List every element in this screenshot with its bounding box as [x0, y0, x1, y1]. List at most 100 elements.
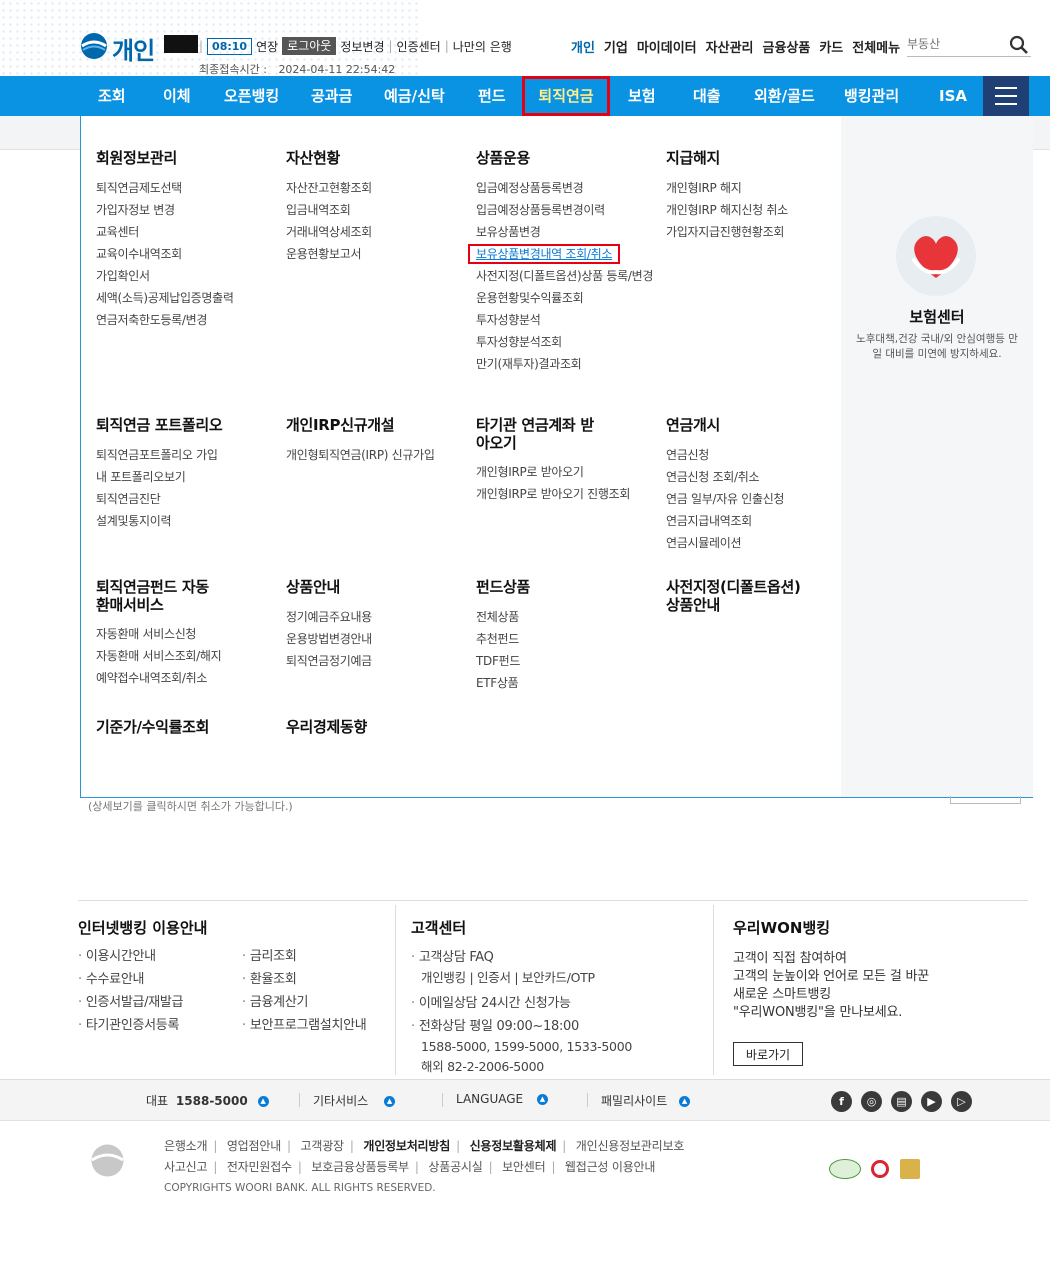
- footer-link[interactable]: 보호금융상품등록부: [311, 1160, 409, 1174]
- menu-link[interactable]: 개인형퇴직연금(IRP) 신규가입: [286, 444, 435, 466]
- woori-logo-icon[interactable]: [80, 32, 108, 60]
- menu-link[interactable]: 연금지급내역조회: [666, 510, 784, 532]
- menu-title-transfer-in[interactable]: 타기관 연금계좌 받아오기: [476, 416, 606, 452]
- menu-link[interactable]: 자산잔고현황조회: [286, 177, 372, 199]
- menu-link[interactable]: 교육센터: [96, 221, 234, 243]
- menu-link[interactable]: 운용현황보고서: [286, 243, 372, 265]
- footer-link[interactable]: 영업점안내: [227, 1139, 281, 1153]
- rep-number[interactable]: 대표 1588-5000 ▲: [146, 1092, 269, 1109]
- menu-title-assets[interactable]: 자산현황: [286, 149, 340, 167]
- menu-link-holdings-change-history[interactable]: 보유상품변경내역 조회/취소: [468, 243, 654, 265]
- gnb-openbanking[interactable]: 오픈뱅킹: [224, 76, 279, 116]
- top-menu-all[interactable]: 전체메뉴: [852, 37, 900, 56]
- menu-title-annuity[interactable]: 연금개시: [666, 416, 720, 434]
- footer-link[interactable]: 개인신용정보관리보호: [576, 1139, 685, 1153]
- menu-link[interactable]: 연금저축한도등록/변경: [96, 309, 234, 331]
- footer-link[interactable]: 신용정보활용체제: [470, 1139, 557, 1153]
- guide-link[interactable]: 금융계산기: [242, 991, 366, 1014]
- language-select[interactable]: LANGUAGE ▲: [456, 1092, 548, 1106]
- footer-link[interactable]: 개인정보처리방침: [363, 1139, 450, 1153]
- top-menu-personal[interactable]: 개인: [571, 37, 595, 56]
- menu-title-auto-redeem[interactable]: 퇴직연금펀드 자동환매서비스: [96, 578, 216, 614]
- info-change-link[interactable]: 정보변경: [340, 38, 384, 55]
- menu-link[interactable]: 개인형IRP로 받아오기 진행조회: [476, 483, 630, 505]
- top-menu-asset[interactable]: 자산관리: [706, 37, 754, 56]
- menu-link[interactable]: 가입확인서: [96, 265, 234, 287]
- menu-title-product-guide[interactable]: 상품안내: [286, 578, 340, 596]
- family-sites[interactable]: 패밀리사이트 ▲: [601, 1092, 691, 1109]
- faq-link[interactable]: 고객상담 FAQ: [411, 946, 494, 969]
- top-menu-mydata[interactable]: 마이데이터: [637, 37, 697, 56]
- menu-title-irp-new[interactable]: 개인IRP신규개설: [286, 416, 395, 434]
- menu-link[interactable]: 자동환매 서비스신청: [96, 623, 221, 645]
- gnb-inquiry[interactable]: 조회: [98, 76, 126, 116]
- menu-link[interactable]: 퇴직연금포트폴리오 가입: [96, 444, 218, 466]
- blog-icon[interactable]: ▤: [891, 1091, 912, 1112]
- menu-title-economy[interactable]: 우리경제동향: [286, 718, 367, 736]
- menu-link[interactable]: 전체상품: [476, 606, 520, 628]
- menu-link[interactable]: TDF펀드: [476, 650, 520, 672]
- menu-link[interactable]: 입금예정상품등록변경이력: [476, 199, 654, 221]
- extend-button[interactable]: 연장: [256, 38, 278, 55]
- menu-link[interactable]: 가입자지급진행현황조회: [666, 221, 788, 243]
- menu-link[interactable]: 연금신청: [666, 444, 784, 466]
- menu-link[interactable]: 거래내역상세조회: [286, 221, 372, 243]
- youtube-icon[interactable]: ▶: [921, 1091, 942, 1112]
- guide-link[interactable]: 이용시간안내: [78, 945, 183, 968]
- menu-link[interactable]: 운용현황및수익률조회: [476, 287, 654, 309]
- top-menu-corporate[interactable]: 기업: [604, 37, 628, 56]
- play-icon[interactable]: ▷: [951, 1091, 972, 1112]
- menu-link[interactable]: 추천펀드: [476, 628, 520, 650]
- gnb-loan[interactable]: 대출: [693, 76, 721, 116]
- menu-link[interactable]: 퇴직연금정기예금: [286, 650, 372, 672]
- menu-link[interactable]: ETF상품: [476, 672, 520, 694]
- menu-title-portfolio[interactable]: 퇴직연금 포트폴리오: [96, 416, 223, 434]
- gnb-fund[interactable]: 펀드: [478, 76, 506, 116]
- menu-link[interactable]: 자동환매 서비스조회/해지: [96, 645, 222, 667]
- menu-link[interactable]: 연금 일부/자유 인출신청: [666, 488, 784, 510]
- menu-link[interactable]: 내 포트폴리오보기: [96, 466, 218, 488]
- gnb-fx-gold[interactable]: 외환/골드: [754, 76, 815, 116]
- menu-title-default-option[interactable]: 사전지정(디폴트옵션) 상품안내: [666, 578, 816, 614]
- menu-link[interactable]: 퇴직연금제도선택: [96, 177, 234, 199]
- cert-center-link[interactable]: 인증센터: [397, 38, 441, 55]
- menu-link[interactable]: 가입자정보 변경: [96, 199, 234, 221]
- top-menu-card[interactable]: 카드: [819, 37, 843, 56]
- menu-title-fund-products[interactable]: 펀드상품: [476, 578, 530, 596]
- menu-link[interactable]: 개인형IRP 해지: [666, 177, 788, 199]
- email-consult[interactable]: 이메일상담 24시간 신청가능: [411, 992, 571, 1015]
- insurance-center-title[interactable]: 보험센터: [841, 306, 1033, 327]
- menu-link[interactable]: 보유상품변경: [476, 221, 654, 243]
- gnb-transfer[interactable]: 이체: [163, 76, 191, 116]
- gnb-deposit[interactable]: 예금/신탁: [384, 76, 445, 116]
- menu-link[interactable]: 운용방법변경안내: [286, 628, 372, 650]
- gnb-isa[interactable]: ISA: [939, 76, 967, 116]
- brand-title[interactable]: 개인: [112, 31, 155, 66]
- menu-link[interactable]: 개인형IRP로 받아오기: [476, 461, 630, 483]
- footer-link[interactable]: 전자민원접수: [227, 1160, 292, 1174]
- hamburger-menu-icon[interactable]: [983, 76, 1029, 116]
- menu-link[interactable]: 사전지정(디폴트옵션)상품 등록/변경: [476, 265, 654, 287]
- search-input[interactable]: [907, 33, 1007, 55]
- menu-title-price-return[interactable]: 기준가/수익률조회: [96, 718, 209, 736]
- facebook-icon[interactable]: f: [831, 1091, 852, 1112]
- faq-sub-links[interactable]: 개인뱅킹 | 인증서 | 보안카드/OTP: [421, 968, 595, 988]
- menu-link[interactable]: 투자성향분석조회: [476, 331, 654, 353]
- guide-link[interactable]: 타기관인증서등록: [78, 1014, 183, 1037]
- menu-link[interactable]: 연금시뮬레이션: [666, 532, 784, 554]
- guide-link[interactable]: 수수료안내: [78, 968, 183, 991]
- footer-link[interactable]: 웹접근성 이용안내: [565, 1160, 656, 1174]
- menu-title-operation[interactable]: 상품운용: [476, 149, 530, 167]
- menu-link[interactable]: 만기(재투자)결과조회: [476, 353, 654, 375]
- instagram-icon[interactable]: ◎: [861, 1091, 882, 1112]
- footer-link[interactable]: 고객광장: [301, 1139, 345, 1153]
- gnb-banking-mgmt[interactable]: 뱅킹관리: [844, 76, 899, 116]
- guide-link[interactable]: 금리조회: [242, 945, 366, 968]
- menu-link[interactable]: 입금예정상품등록변경: [476, 177, 654, 199]
- gnb-pension[interactable]: 퇴직연금: [522, 76, 610, 116]
- menu-link[interactable]: 설계및통지이력: [96, 510, 218, 532]
- menu-link[interactable]: 세액(소득)공제납입증명출력: [96, 287, 234, 309]
- guide-link[interactable]: 인증서발급/재발급: [78, 991, 184, 1014]
- menu-link[interactable]: 퇴직연금진단: [96, 488, 218, 510]
- menu-title-member[interactable]: 회원정보관리: [96, 149, 177, 167]
